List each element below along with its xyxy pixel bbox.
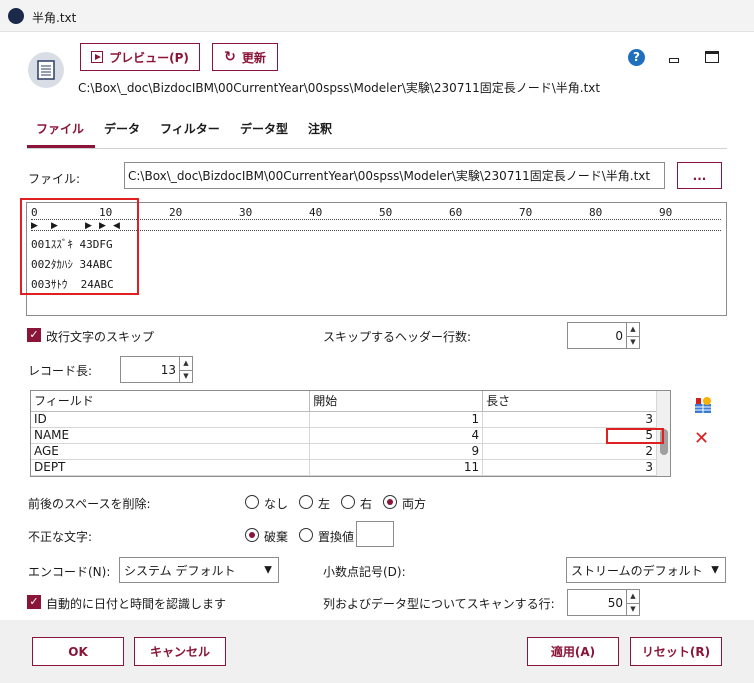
file-path-input[interactable]: C:\Box\_doc\BizdocIBM\00CurrentYear\00sp… [124,162,665,189]
cell-start[interactable]: 1 [309,411,484,428]
auto-date-checkbox[interactable]: ✓ [27,595,41,609]
cell-field[interactable]: AGE [31,443,311,460]
invalid-discard-label: 破棄 [264,530,289,544]
stepper-up-icon[interactable]: ▲ [626,323,639,336]
cell-length[interactable]: 3 [482,459,657,476]
auto-date-label: 自動的に日付と時間を認識します [46,597,227,611]
refresh-button[interactable]: ↻ 更新 [212,43,278,71]
cell-start[interactable]: 4 [309,427,484,444]
tab-file[interactable]: ファイル [36,120,84,137]
ruler-tick: 20 [169,206,183,219]
column-header-field[interactable]: フィールド [31,391,311,412]
minimize-icon[interactable] [669,58,679,63]
trim-none-label: なし [264,497,289,511]
browse-button[interactable]: ... [677,162,722,189]
add-field-icon[interactable] [694,396,712,414]
fields-table[interactable]: フィールド 開始 長さ ID 1 3 NAME 4 5 AGE 9 2 DEPT… [30,390,671,477]
ok-button[interactable]: OK [32,637,124,666]
apply-button[interactable]: 適用(A) [527,637,619,666]
replace-value-input[interactable] [356,521,394,547]
skip-newline-label: 改行文字のスキップ [46,330,155,344]
table-row[interactable]: NAME 4 5 [31,427,657,444]
column-header-length[interactable]: 長さ [482,391,657,412]
stepper-down-icon[interactable]: ▼ [626,335,639,348]
stepper-up-icon[interactable]: ▲ [179,357,192,370]
cell-field[interactable]: DEPT [31,459,311,476]
cell-start[interactable]: 11 [309,459,484,476]
preview-button[interactable]: プレビュー(P) [80,43,200,71]
ruler-tick: 70 [519,206,533,219]
chevron-down-icon: ▼ [711,564,719,576]
length-highlight-box [606,428,664,444]
record-length-label: レコード長: [28,364,93,378]
ruler-tick: 30 [239,206,253,219]
ruler-tick: 40 [309,206,323,219]
node-icon [28,52,64,88]
table-row[interactable]: AGE 9 2 [31,443,657,460]
tab-type[interactable]: データ型 [240,120,288,137]
stepper-down-icon[interactable]: ▼ [179,369,192,382]
cell-field[interactable]: NAME [31,427,311,444]
record-length-stepper[interactable]: 13 ▲ ▼ [120,356,193,383]
window-title: 半角.txt [32,11,77,25]
help-icon[interactable]: ? [628,49,645,66]
cell-field[interactable]: ID [31,411,311,428]
encoding-select[interactable]: システム デフォルト ▼ [119,557,279,583]
table-row[interactable]: ID 1 3 [31,411,657,428]
trim-both-radio[interactable] [383,495,397,509]
trim-left-radio[interactable] [299,495,313,509]
column-header-start[interactable]: 開始 [309,391,484,412]
stepper-up-icon[interactable]: ▲ [626,590,639,603]
skip-newline-checkbox[interactable]: ✓ [27,328,41,342]
skip-header-label: スキップするヘッダー行数: [323,330,472,344]
ruler-tick: 60 [449,206,463,219]
ruler-tick: 80 [589,206,603,219]
trim-both-label: 両方 [402,497,427,511]
trim-right-label: 右 [360,497,373,511]
app-icon [8,8,24,24]
tab-data[interactable]: データ [104,120,140,137]
trim-left-label: 左 [318,497,331,511]
invalid-replace-label: 置換値 [318,530,355,544]
ruler-tick: 50 [379,206,393,219]
file-label: ファイル: [28,172,81,186]
scan-rows-label: 列およびデータ型についてスキャンする行: [323,597,555,611]
invalid-discard-radio[interactable] [245,528,259,542]
delete-field-icon[interactable]: ✕ [694,430,709,448]
chevron-down-icon: ▼ [264,564,272,576]
scan-rows-stepper[interactable]: 50 ▲ ▼ [567,589,640,616]
tab-filter[interactable]: フィルター [160,120,220,137]
title-bar: 半角.txt [0,0,754,32]
cell-length[interactable]: 3 [482,411,657,428]
tab-annotation[interactable]: 注釈 [308,120,332,137]
decimal-label: 小数点記号(D): [323,565,406,579]
cell-length[interactable]: 2 [482,443,657,460]
encoding-label: エンコード(N): [28,565,111,579]
invalid-label: 不正な文字: [28,530,93,544]
invalid-replace-radio[interactable] [299,528,313,542]
file-path-header: C:\Box\_doc\BizdocIBM\00CurrentYear\00sp… [78,81,601,95]
maximize-icon[interactable] [705,51,719,63]
ruler-tick: 90 [659,206,673,219]
cell-start[interactable]: 9 [309,443,484,460]
trim-label: 前後のスペースを削除: [28,497,151,511]
play-icon [91,51,104,63]
stepper-down-icon[interactable]: ▼ [626,602,639,615]
tab-divider [27,148,727,149]
refresh-icon: ↻ [224,49,236,65]
decimal-select[interactable]: ストリームのデフォルト ▼ [566,557,726,583]
reset-button[interactable]: リセット(R) [630,637,722,666]
preview-highlight-box [20,198,139,295]
trim-right-radio[interactable] [341,495,355,509]
table-row[interactable]: DEPT 11 3 [31,459,657,476]
cancel-button[interactable]: キャンセル [134,637,226,666]
skip-header-stepper[interactable]: 0 ▲ ▼ [567,322,640,349]
trim-none-radio[interactable] [245,495,259,509]
